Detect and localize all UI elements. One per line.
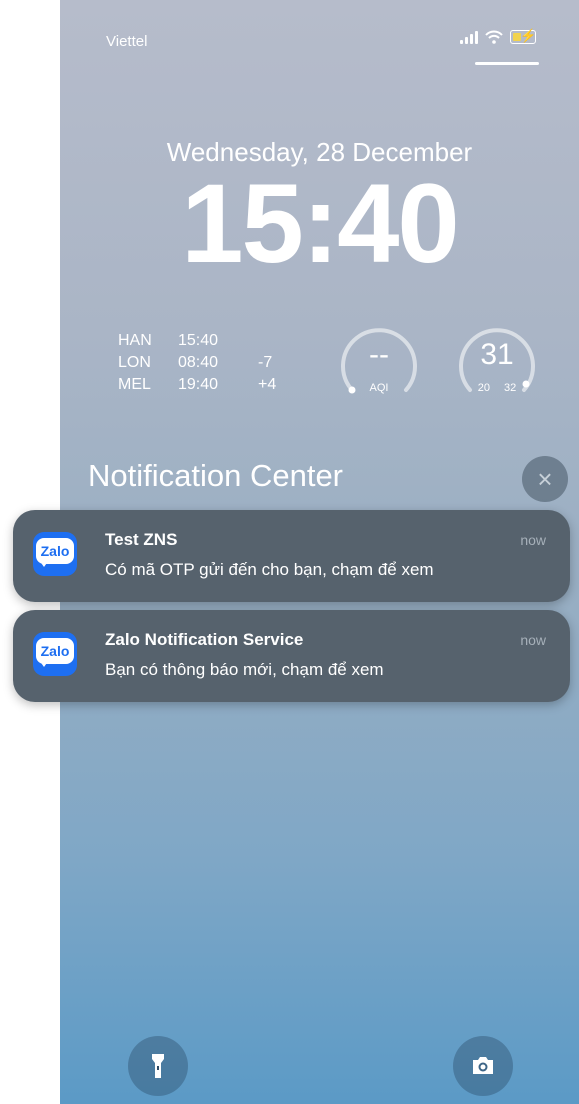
notification-body: Bạn có thông báo mới, chạm để xem — [105, 660, 384, 679]
world-clock-row: HAN 15:40 — [118, 330, 298, 352]
close-icon: × — [537, 464, 553, 494]
world-clock-city: LON — [118, 354, 151, 371]
clear-notifications-button[interactable]: × — [522, 456, 568, 502]
world-clock-offset: +4 — [258, 376, 277, 393]
camera-button[interactable] — [453, 1036, 513, 1096]
world-clock-time: 08:40 — [178, 354, 219, 371]
aqi-value: -- — [369, 338, 389, 371]
world-clock-offset: -7 — [258, 354, 273, 371]
world-clock-row: MEL 19:40 +4 — [118, 374, 298, 396]
notification-body: Có mã OTP gửi đến cho bạn, chạm để xem — [105, 560, 434, 579]
world-clock-time: 15:40 — [178, 332, 219, 349]
temperature-value: 31 — [480, 338, 514, 371]
world-clock-row: LON 08:40 -7 — [118, 352, 298, 374]
wifi-icon — [485, 30, 503, 44]
world-clock-time: 19:40 — [178, 376, 219, 393]
notification-title: Test ZNS — [105, 530, 178, 549]
temperature-widget[interactable]: 31 20 32 — [456, 322, 538, 404]
battery-icon: ⚡ — [510, 28, 536, 44]
world-clock-city: MEL — [118, 376, 151, 393]
world-clock-city: HAN — [118, 332, 152, 349]
lock-time[interactable]: 15:40 — [60, 168, 579, 280]
status-icons: ⚡ — [460, 28, 536, 44]
notification-center-title: Notification Center — [88, 458, 344, 493]
temperature-low: 20 — [477, 382, 490, 394]
flashlight-icon — [152, 1054, 164, 1078]
temperature-high: 32 — [504, 382, 517, 394]
notification-time: now — [520, 532, 546, 548]
zalo-app-icon: Zalo — [33, 532, 77, 576]
signal-icon — [460, 30, 478, 44]
aqi-label: AQI — [369, 382, 389, 394]
zalo-app-icon: Zalo — [33, 632, 77, 676]
notification-title: Zalo Notification Service — [105, 630, 304, 649]
status-indicator-bar — [475, 62, 539, 65]
notification-time: now — [520, 632, 546, 648]
flashlight-button[interactable] — [128, 1036, 188, 1096]
temperature-range: 20 32 — [456, 382, 538, 394]
aqi-widget[interactable]: -- AQI — [338, 322, 420, 404]
carrier-name: Viettel — [106, 33, 148, 50]
notification-card[interactable]: Zalo Test ZNS now Có mã OTP gửi đến cho … — [13, 510, 570, 602]
world-clock-widget[interactable]: HAN 15:40 LON 08:40 -7 MEL 19:40 +4 — [118, 330, 298, 396]
status-bar: Viettel ⚡ — [60, 0, 579, 65]
notification-card[interactable]: Zalo Zalo Notification Service now Bạn c… — [13, 610, 570, 702]
camera-icon — [473, 1057, 493, 1074]
